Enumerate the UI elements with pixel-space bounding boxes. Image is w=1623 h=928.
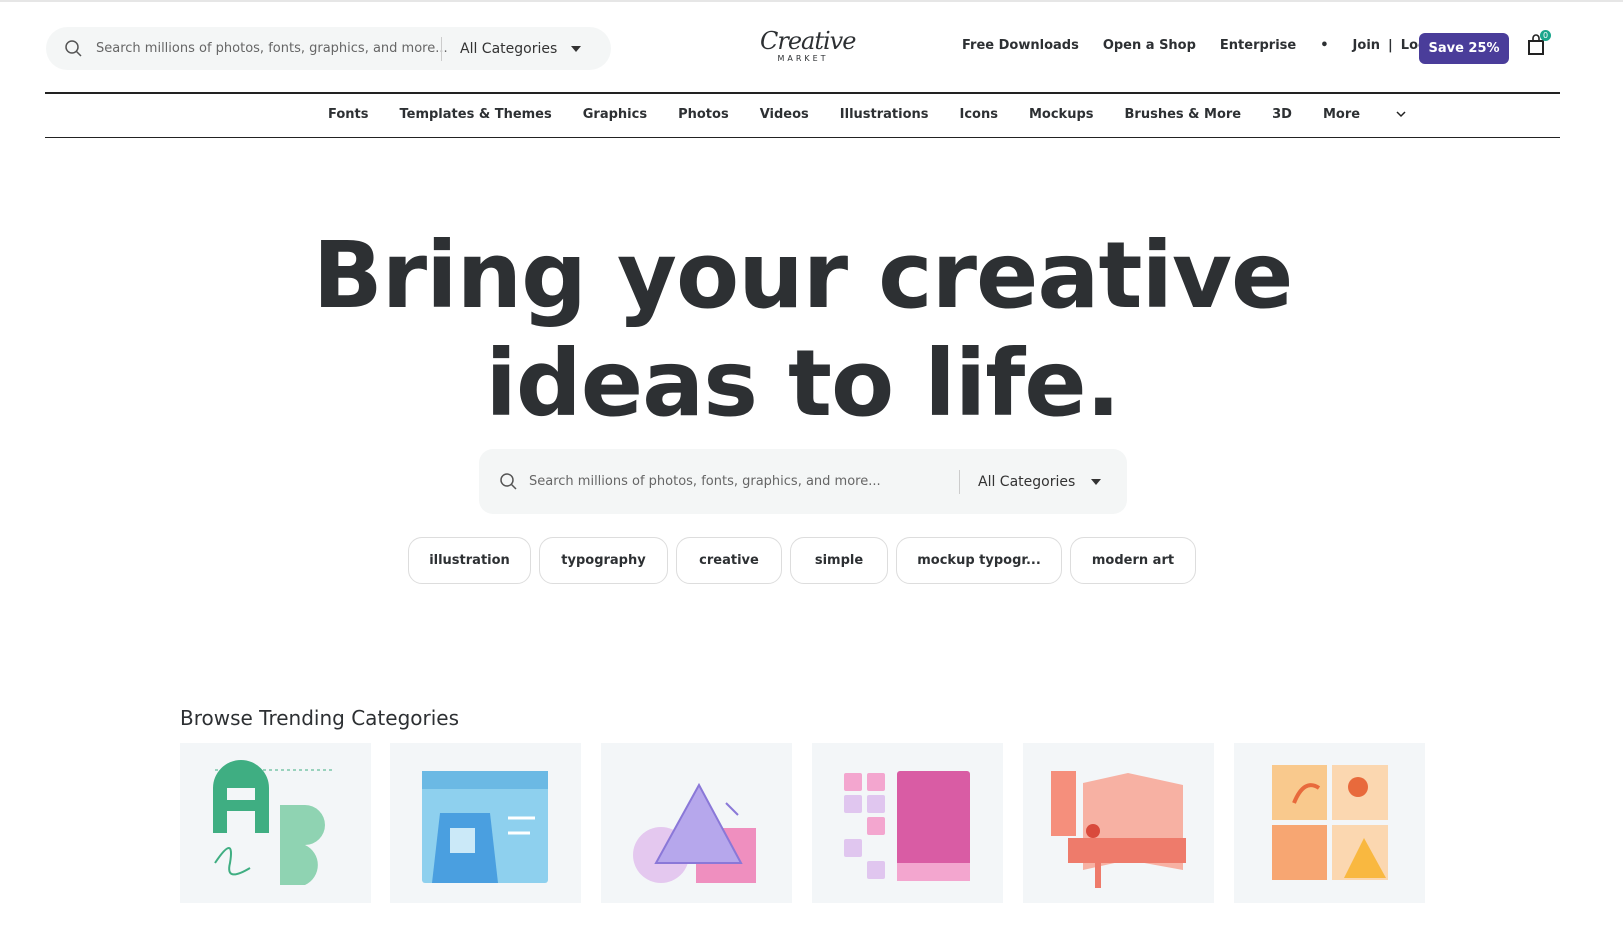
- top-bar: Search millions of photos, fonts, graphi…: [0, 0, 1623, 92]
- section-title: Browse Trending Categories: [180, 706, 460, 730]
- caret-down-icon: [571, 45, 582, 52]
- themes-illustration-icon: [844, 771, 970, 881]
- logo-script: Creative: [760, 27, 856, 55]
- nav-templates-themes[interactable]: Templates & Themes: [400, 107, 552, 122]
- cart-count-badge: 0: [1540, 30, 1551, 41]
- chip-modern-art[interactable]: modern art: [1070, 537, 1196, 584]
- nav-icons[interactable]: Icons: [960, 107, 998, 122]
- hero-category-select[interactable]: All Categories: [978, 473, 1102, 490]
- search-icon: [500, 472, 517, 490]
- nav-3d[interactable]: 3D: [1272, 107, 1292, 122]
- link-open-shop[interactable]: Open a Shop: [1103, 38, 1196, 53]
- category-card-themes[interactable]: [812, 743, 1003, 903]
- chip-typography[interactable]: typography: [539, 537, 668, 584]
- logo-sub: MARKET: [777, 54, 829, 63]
- header-divider: [45, 92, 1560, 94]
- nav-photos[interactable]: Photos: [678, 107, 729, 122]
- category-nav: Fonts Templates & Themes Graphics Photos…: [0, 107, 1623, 122]
- header-search-input[interactable]: Search millions of photos, fonts, graphi…: [96, 41, 448, 56]
- chip-creative[interactable]: creative: [676, 537, 782, 584]
- nav-divider: [45, 137, 1560, 138]
- photos-illustration-icon: [1272, 765, 1388, 880]
- divider: [959, 469, 960, 494]
- hero-title: Bring your creative ideas to life.: [0, 222, 1605, 438]
- nav-more[interactable]: More: [1323, 107, 1406, 122]
- graphics-illustration-icon: [633, 782, 756, 883]
- nav-illustrations[interactable]: Illustrations: [840, 107, 929, 122]
- link-free-downloads[interactable]: Free Downloads: [962, 38, 1079, 53]
- category-label: All Categories: [460, 40, 558, 57]
- category-card-photos[interactable]: [1234, 743, 1425, 903]
- nav-fonts[interactable]: Fonts: [328, 107, 369, 122]
- search-icon: [65, 39, 82, 57]
- nav-graphics[interactable]: Graphics: [583, 107, 647, 122]
- category-label: All Categories: [978, 473, 1076, 490]
- logo[interactable]: Creative MARKET: [760, 27, 856, 63]
- hero-title-line2: ideas to life.: [485, 330, 1120, 437]
- nav-more-label: More: [1322, 107, 1361, 122]
- category-card-fonts[interactable]: [180, 743, 371, 903]
- save-button[interactable]: Save 25%: [1419, 33, 1509, 64]
- separator-bar: |: [1388, 38, 1393, 53]
- nav-brushes[interactable]: Brushes & More: [1125, 107, 1242, 122]
- caret-down-icon: [1091, 478, 1102, 485]
- divider: [441, 36, 442, 61]
- hero-search[interactable]: Search millions of photos, fonts, graphi…: [479, 449, 1127, 514]
- link-join[interactable]: Join: [1353, 38, 1380, 53]
- header-category-select[interactable]: All Categories: [460, 40, 582, 57]
- separator-dot: •: [1320, 38, 1329, 53]
- category-card-graphics[interactable]: [601, 743, 792, 903]
- header-search[interactable]: Search millions of photos, fonts, graphi…: [46, 27, 611, 70]
- top-links: Free Downloads Open a Shop Enterprise • …: [962, 38, 1470, 53]
- chip-illustration[interactable]: illustration: [408, 537, 531, 584]
- category-card-templates[interactable]: [390, 743, 581, 903]
- hero-title-line1: Bring your creative: [312, 222, 1294, 329]
- nav-videos[interactable]: Videos: [760, 107, 809, 122]
- chevron-down-icon: [1396, 111, 1406, 118]
- chip-mockup-typography[interactable]: mockup typogr...: [896, 537, 1062, 584]
- link-enterprise[interactable]: Enterprise: [1220, 38, 1296, 53]
- nav-mockups[interactable]: Mockups: [1029, 107, 1094, 122]
- templates-illustration-icon: [422, 771, 548, 883]
- hero-search-input[interactable]: Search millions of photos, fonts, graphi…: [529, 474, 959, 489]
- print-illustration-icon: [1051, 771, 1186, 888]
- fonts-illustration-icon: [213, 760, 335, 885]
- category-card-print[interactable]: [1023, 743, 1214, 903]
- suggestion-chips: illustration typography creative simple …: [408, 537, 1196, 584]
- chip-simple[interactable]: simple: [790, 537, 888, 584]
